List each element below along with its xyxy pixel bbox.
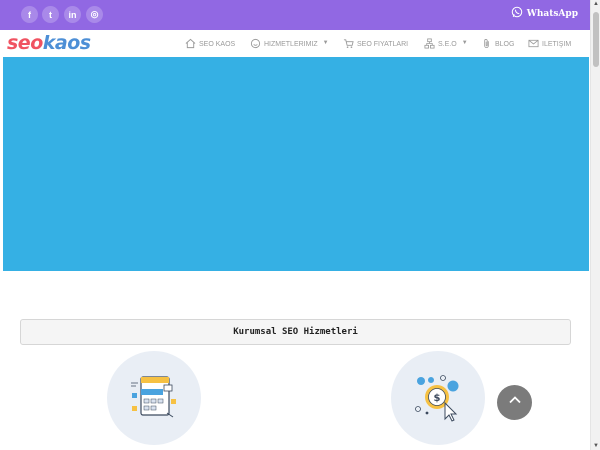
paperclip-icon bbox=[481, 38, 492, 51]
whatsapp-icon bbox=[511, 6, 523, 21]
nav-item-label: S.E.O bbox=[438, 41, 457, 48]
top-bar: f t in ◎ WhatsApp bbox=[0, 0, 590, 30]
whatsapp-label: WhatsApp bbox=[526, 8, 578, 19]
page: f t in ◎ WhatsApp seokaos SEO KAOS HIZME… bbox=[0, 0, 600, 450]
page-scrollbar[interactable]: ▲ ▼ bbox=[590, 0, 600, 450]
scroll-to-top-button[interactable] bbox=[497, 385, 532, 420]
envelope-icon bbox=[528, 38, 539, 51]
nav-item-label: HIZMETLERIMIZ bbox=[264, 41, 318, 48]
web-design-icon bbox=[131, 376, 176, 418]
chevron-up-icon bbox=[507, 392, 523, 413]
nav-item-label: SEO KAOS bbox=[199, 41, 236, 48]
home-icon bbox=[185, 38, 196, 51]
facebook-icon[interactable]: f bbox=[21, 6, 38, 23]
smile-icon bbox=[250, 38, 261, 51]
nav-item-label: SEO FIYATLARI bbox=[357, 41, 409, 48]
scroll-down-arrow-icon[interactable]: ▼ bbox=[593, 443, 599, 449]
svg-text:$: $ bbox=[434, 393, 441, 404]
twitter-icon[interactable]: t bbox=[42, 6, 59, 23]
instagram-icon[interactable]: ◎ bbox=[86, 6, 103, 23]
navbar: seokaos SEO KAOS HIZMETLERIMIZ ▼ SEO FIY… bbox=[0, 30, 590, 57]
nav-item-prices[interactable]: SEO FIYATLARI bbox=[343, 38, 408, 51]
chevron-down-icon: ▼ bbox=[322, 39, 329, 46]
nav-item-services[interactable]: HIZMETLERIMIZ ▼ bbox=[250, 38, 329, 51]
linkedin-icon[interactable]: in bbox=[64, 6, 81, 23]
section-title: Kurumsal SEO Hizmetleri bbox=[20, 319, 571, 345]
chevron-down-icon: ▼ bbox=[461, 39, 468, 46]
dollar-click-icon: $ bbox=[415, 375, 459, 422]
nav-item-contact[interactable]: ILETIŞIM bbox=[528, 38, 571, 51]
sitemap-icon bbox=[424, 38, 435, 51]
nav-item-label: BLOG bbox=[495, 41, 515, 48]
whatsapp-link[interactable]: WhatsApp bbox=[511, 6, 578, 21]
hero-banner bbox=[3, 57, 589, 271]
nav-item-label: ILETIŞIM bbox=[542, 41, 572, 48]
nav-item-home[interactable]: SEO KAOS bbox=[185, 38, 235, 51]
nav-item-blog[interactable]: BLOG bbox=[481, 38, 514, 51]
cart-icon bbox=[343, 38, 354, 51]
site-logo[interactable]: seokaos bbox=[7, 32, 91, 54]
nav-item-seo[interactable]: S.E.O ▼ bbox=[424, 38, 468, 51]
service-card-web-design[interactable] bbox=[107, 351, 201, 445]
scrollbar-thumb[interactable] bbox=[593, 12, 599, 67]
scroll-up-arrow-icon[interactable]: ▲ bbox=[593, 1, 599, 7]
service-card-seo-pricing[interactable]: $ bbox=[391, 351, 485, 445]
